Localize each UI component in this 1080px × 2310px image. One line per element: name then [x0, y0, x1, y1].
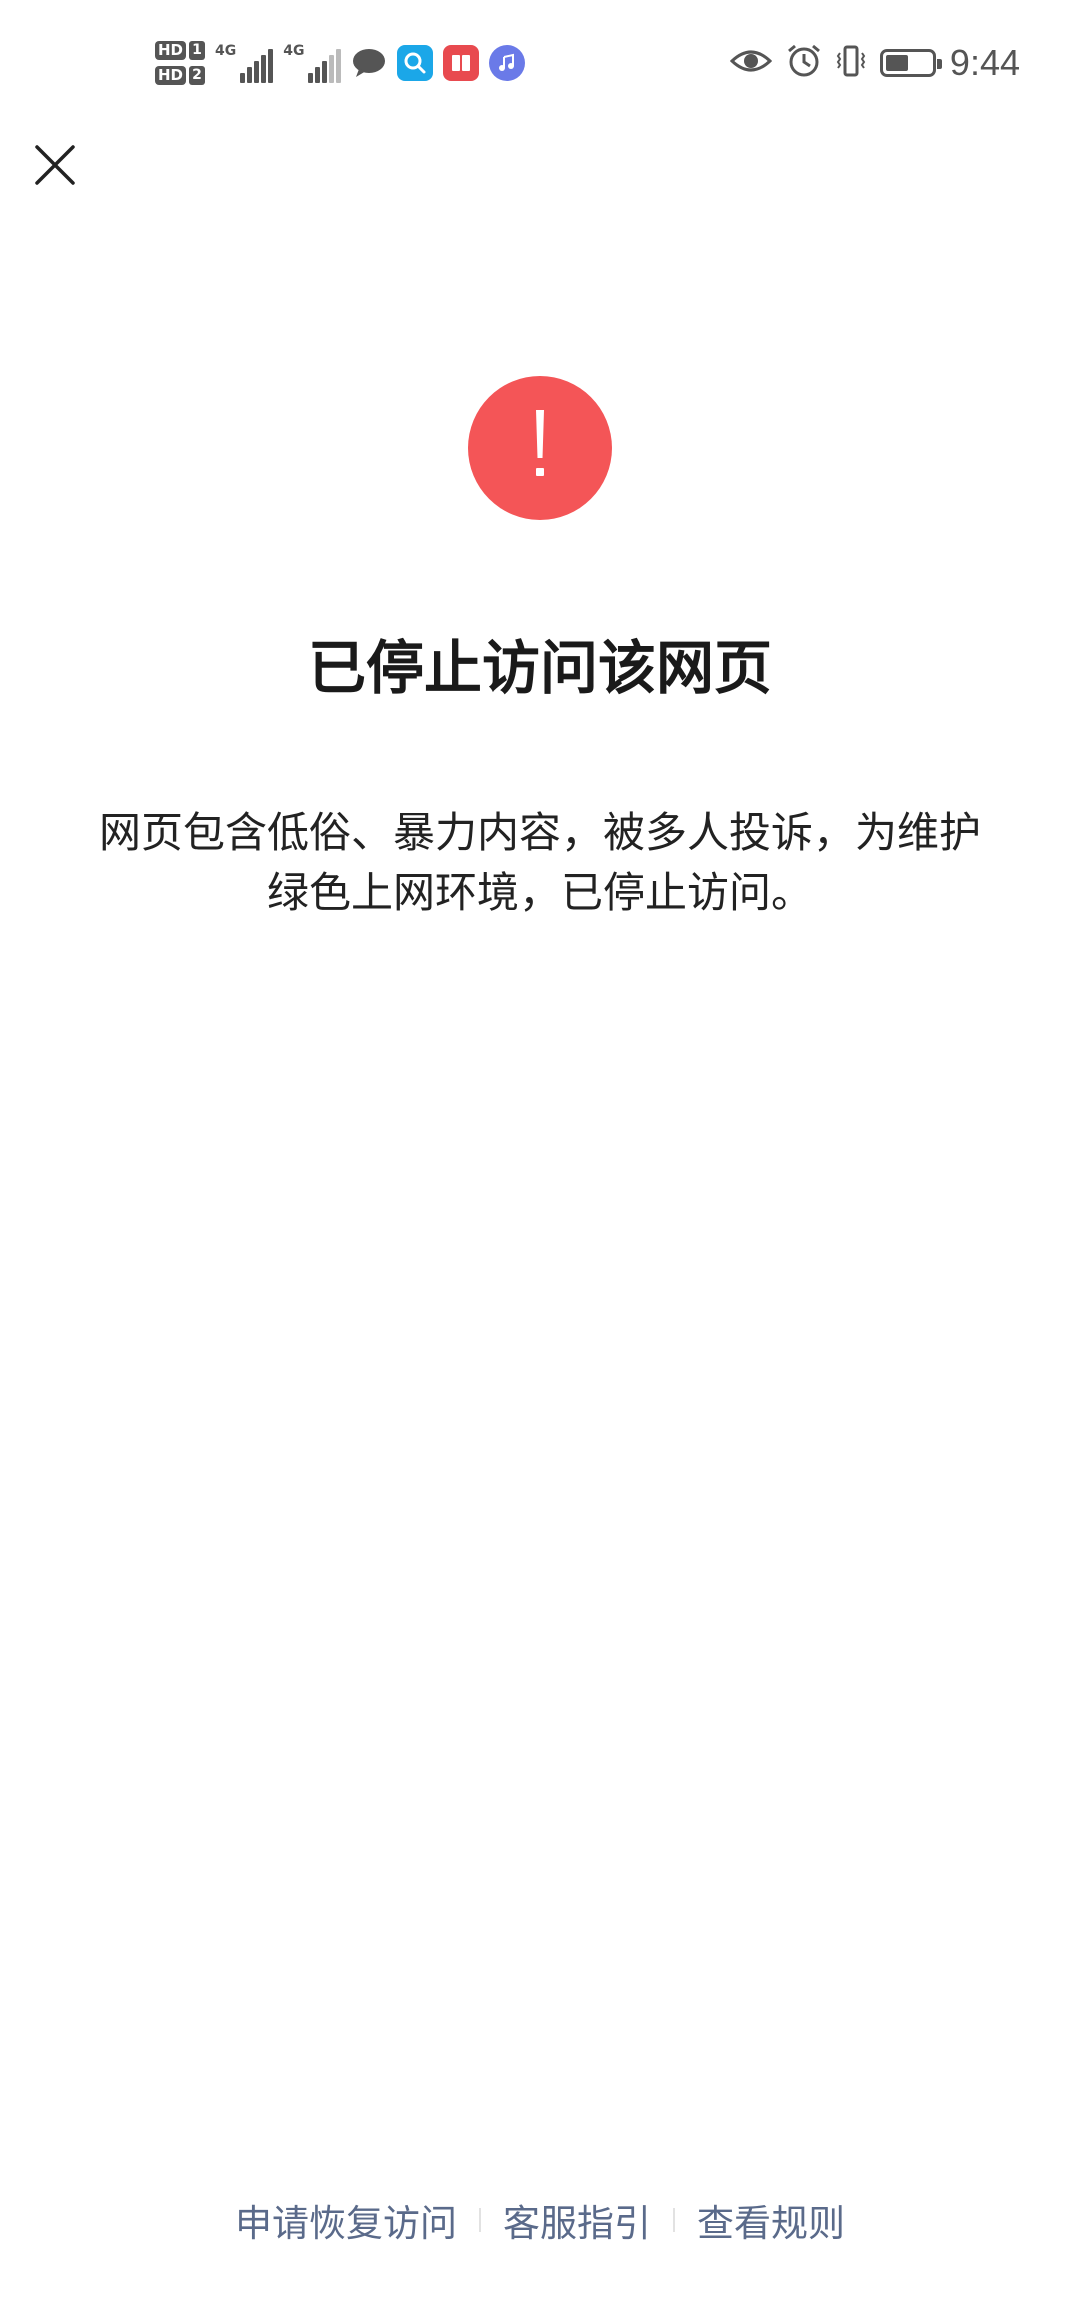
- status-bar-left: HD 1 HD 2 4G 4G: [155, 28, 526, 98]
- sim1-indicator: HD 1: [155, 41, 206, 60]
- message-icon: [351, 45, 387, 81]
- customer-service-link[interactable]: 客服指引: [503, 2193, 651, 2247]
- status-bar-right: 9:44: [729, 38, 1020, 88]
- book-app-icon: [443, 45, 480, 81]
- appeal-restore-link[interactable]: 申请恢复访问: [235, 2193, 457, 2247]
- network1-label: 4G: [215, 43, 237, 59]
- close-button[interactable]: [20, 130, 90, 200]
- sim1-hd-label: HD: [155, 41, 187, 60]
- sim2-number: 2: [189, 66, 206, 85]
- clock: 9:44: [949, 42, 1020, 83]
- exclamation-icon: [536, 410, 544, 476]
- page-description: 网页包含低俗、暴力内容，被多人投诉，为维护绿色上网环境，已停止访问。: [98, 808, 981, 917]
- footer-divider: [673, 2208, 675, 2232]
- warning-circle: [468, 376, 612, 520]
- battery-icon: [879, 49, 942, 77]
- signal-2-icon: 4G: [283, 43, 342, 83]
- page-title: 已停止访问该网页: [307, 634, 772, 702]
- music-app-icon: [489, 45, 526, 81]
- sim1-number: 1: [189, 41, 206, 60]
- battery-level: [885, 55, 908, 71]
- status-bar: HD 1 HD 2 4G 4G 9:44: [0, 0, 1080, 125]
- sim2-indicator: HD 2: [155, 66, 206, 85]
- footer-links: 申请恢复访问 客服指引 查看规则: [0, 2190, 1080, 2250]
- eye-icon: [729, 47, 773, 79]
- sim2-hd-label: HD: [155, 66, 187, 85]
- close-icon: [35, 145, 75, 185]
- search-app-icon: [397, 45, 434, 81]
- view-rules-link[interactable]: 查看规则: [697, 2193, 845, 2247]
- alarm-icon: [786, 43, 822, 83]
- network2-label: 4G: [283, 43, 305, 59]
- signal-1-icon: 4G: [215, 43, 274, 83]
- vibrate-icon: [836, 44, 866, 82]
- footer-divider: [479, 2208, 481, 2232]
- sim-indicators: HD 1 HD 2: [155, 41, 206, 85]
- screen: HD 1 HD 2 4G 4G 9:44 已停止访问该网页 网页包含低俗、暴力内…: [0, 0, 1080, 2310]
